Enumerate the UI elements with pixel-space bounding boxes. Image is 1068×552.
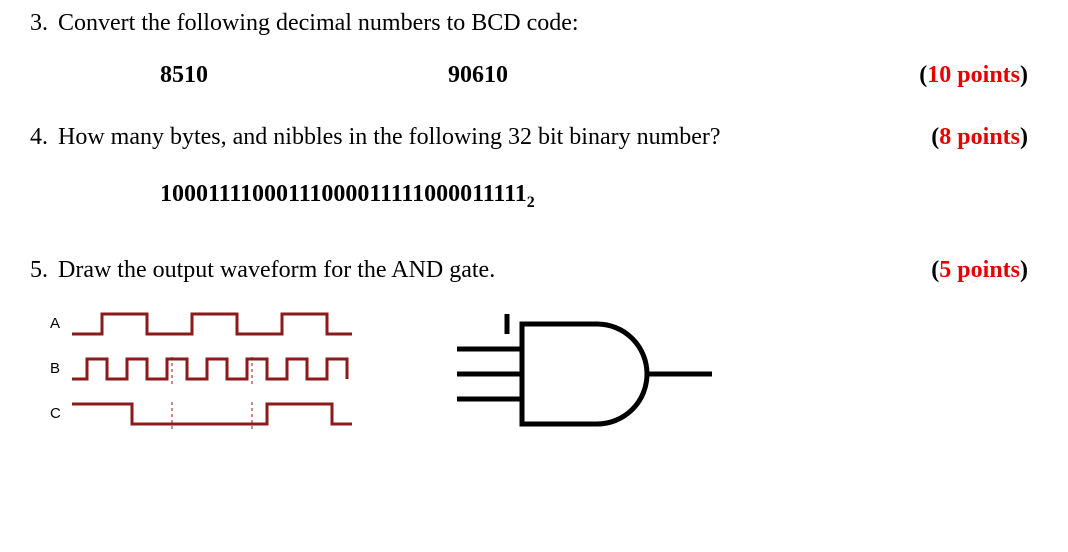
q3-points: (10 points) [919,62,1028,89]
q3-values: 8510 90610 (10 points) [30,62,1038,89]
waveform-b-label: B [50,360,72,377]
waveform-c-label: C [50,405,72,422]
q3-value-2: 90610 [448,62,508,89]
question-3: 3. Convert the following decimal numbers… [30,10,1038,89]
q3-text: Convert the following decimal numbers to… [58,10,579,37]
waveform-a-label: A [50,315,72,332]
waveform-a-icon [72,309,352,339]
waveform-c-icon [72,399,352,429]
q3-number: 3. [30,10,48,37]
q5-points: (5 points) [931,257,1028,284]
q5-figures: A B C [50,309,1038,429]
waveform-a-row: A [50,309,352,339]
q4-binary-number: 100011110001110000111110000111112 [160,181,1038,212]
question-5: 5. Draw the output waveform for the AND … [30,257,1038,429]
q4-text: How many bytes, and nibbles in the follo… [58,124,721,151]
q3-header: 3. Convert the following decimal numbers… [30,10,1038,37]
q5-text: Draw the output waveform for the AND gat… [58,257,495,284]
q5-number: 5. [30,257,48,284]
q4-header: 4. How many bytes, and nibbles in the fo… [30,124,1038,151]
q3-value-1: 8510 [160,62,208,89]
q4-points: (8 points) [931,124,1028,151]
waveform-inputs: A B C [50,309,352,429]
and-gate-icon [432,309,722,429]
question-4: 4. How many bytes, and nibbles in the fo… [30,124,1038,212]
q4-number: 4. [30,124,48,151]
q5-header: 5. Draw the output waveform for the AND … [30,257,1038,284]
waveform-b-icon [72,354,352,384]
waveform-c-row: C [50,399,352,429]
waveform-b-row: B [50,354,352,384]
